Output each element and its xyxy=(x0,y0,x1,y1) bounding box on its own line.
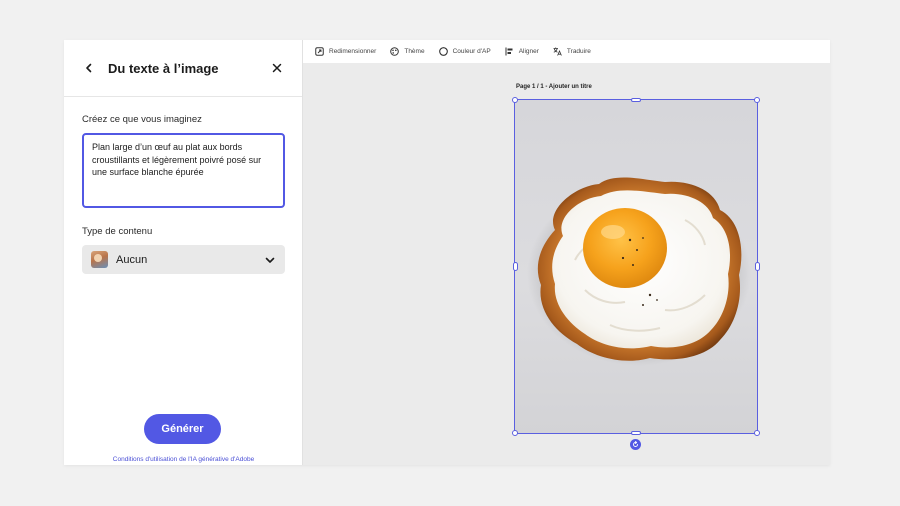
prompt-label: Créez ce que vous imaginez xyxy=(82,114,202,125)
resize-handle-top-left[interactable] xyxy=(512,97,518,103)
resize-handle-bottom[interactable] xyxy=(631,431,641,435)
resize-handle-top[interactable] xyxy=(631,98,641,102)
resize-icon xyxy=(315,47,324,56)
resize-handle-bottom-right[interactable] xyxy=(754,430,760,436)
generate-button[interactable]: Générer xyxy=(144,414,221,444)
text-to-image-panel: Du texte à l’image Créez ce que vous ima… xyxy=(64,40,303,465)
resize-handle-bottom-left[interactable] xyxy=(512,430,518,436)
resize-button[interactable]: Redimensionner xyxy=(315,47,376,56)
translate-button[interactable]: Traduire xyxy=(553,47,591,56)
prompt-input[interactable]: Plan large d’un œuf au plat aux bords cr… xyxy=(82,133,285,208)
panel-title: Du texte à l’image xyxy=(108,60,219,76)
resize-handle-right[interactable] xyxy=(755,262,760,271)
app-window: Du texte à l’image Créez ce que vous ima… xyxy=(64,40,830,465)
top-toolbar: Redimensionner Thème Couleur d'AP Aligne… xyxy=(303,40,830,63)
resize-handle-top-right[interactable] xyxy=(754,97,760,103)
resize-handle-left[interactable] xyxy=(513,262,518,271)
theme-icon xyxy=(390,47,400,56)
translate-icon xyxy=(553,47,562,56)
circle-icon xyxy=(438,47,448,56)
align-label: Aligner xyxy=(518,48,539,55)
generated-image[interactable] xyxy=(514,99,758,434)
back-icon[interactable] xyxy=(82,61,96,75)
content-type-select[interactable]: Aucun xyxy=(82,245,285,274)
resize-label: Redimensionner xyxy=(329,48,377,55)
background-color-label: Couleur d'AP xyxy=(452,48,491,55)
content-type-label: Type de contenu xyxy=(82,226,153,237)
translate-label: Traduire xyxy=(566,48,591,55)
panel-header: Du texte à l’image xyxy=(64,40,302,97)
chevron-down-icon xyxy=(264,254,276,266)
close-icon[interactable] xyxy=(270,61,284,75)
content-type-value: Aucun xyxy=(116,253,148,266)
background-color-button[interactable]: Couleur d'AP xyxy=(438,47,491,56)
theme-label: Thème xyxy=(404,48,425,55)
content-type-thumbnail xyxy=(91,251,108,268)
page-label[interactable]: Page 1 / 1 - Ajouter un titre xyxy=(516,84,592,90)
fried-egg-image xyxy=(527,177,751,366)
terms-link[interactable]: Conditions d'utilisation de l'IA générat… xyxy=(64,456,303,463)
rotate-icon[interactable] xyxy=(630,439,641,450)
theme-button[interactable]: Thème xyxy=(390,47,425,56)
align-icon xyxy=(505,47,513,56)
align-button[interactable]: Aligner xyxy=(505,47,539,56)
